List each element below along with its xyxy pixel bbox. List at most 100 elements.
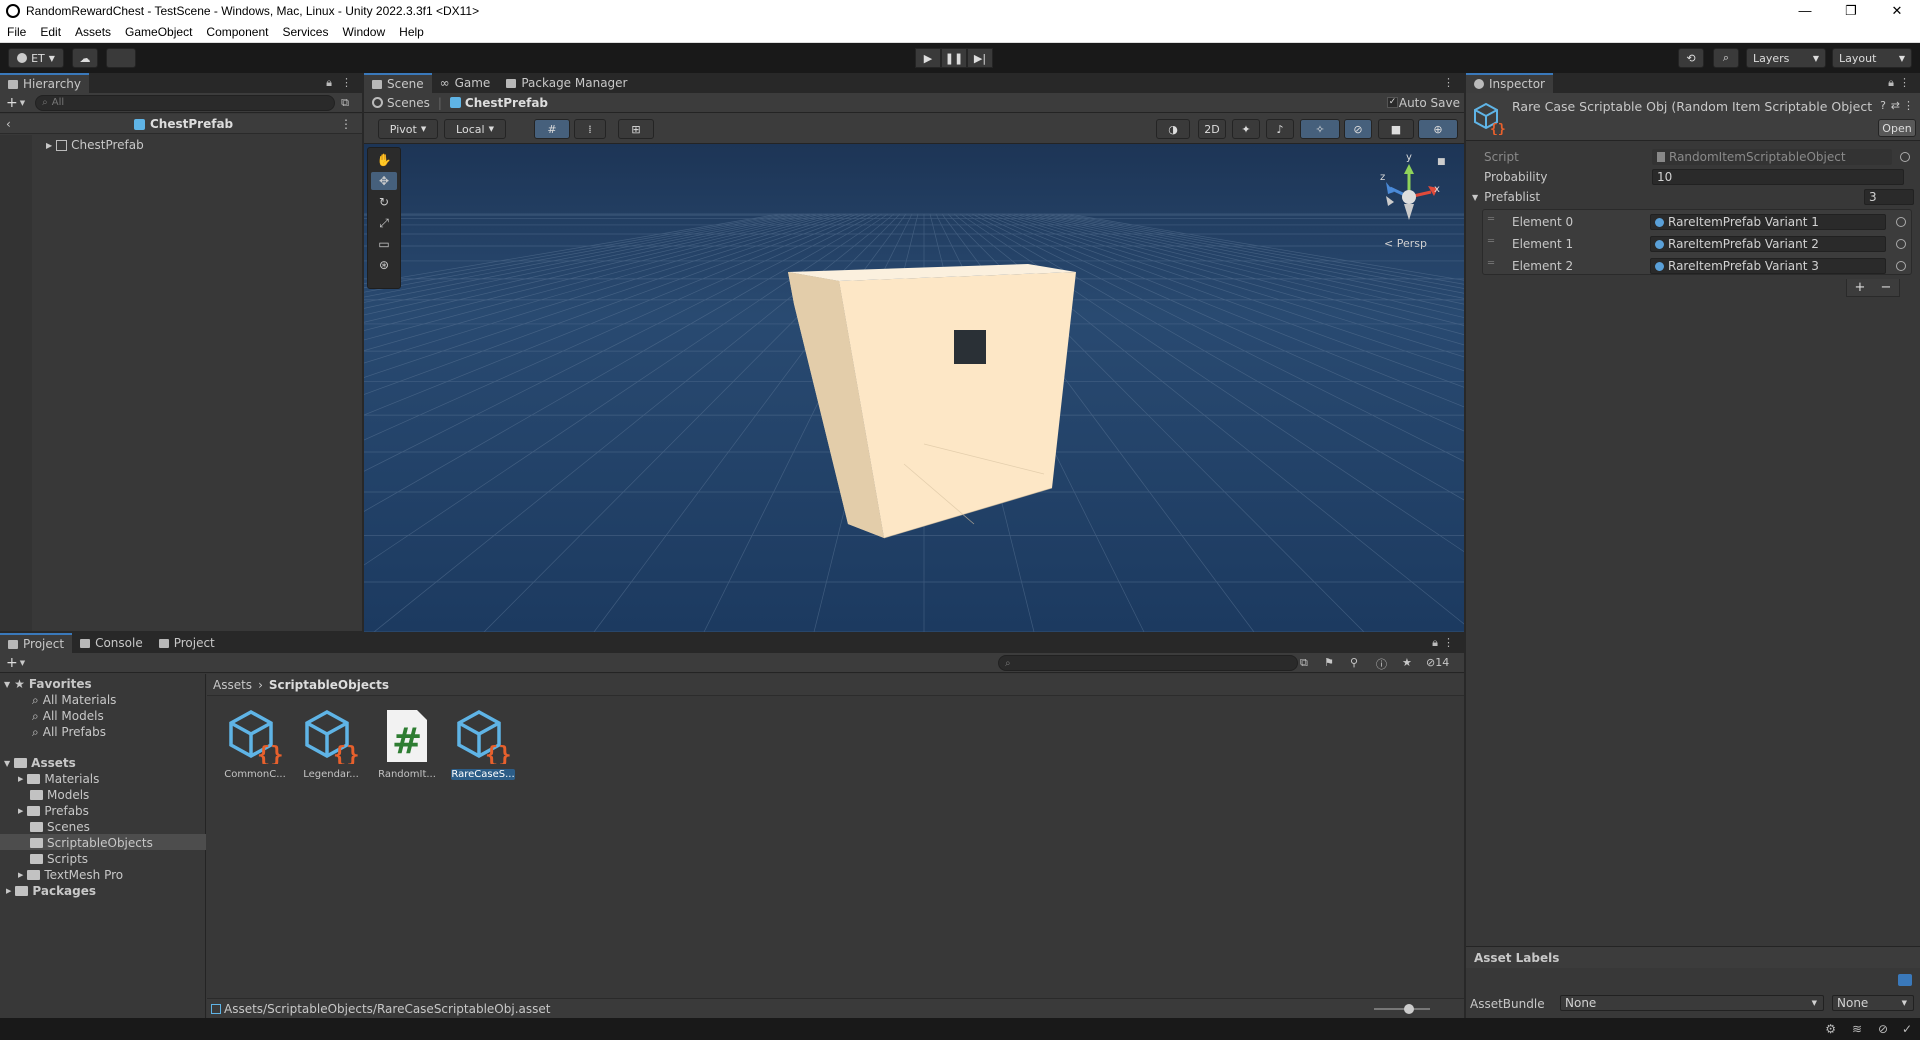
assets-folder[interactable]: ▼ Assets xyxy=(4,755,76,771)
increment-snap-button[interactable]: ⊞ xyxy=(618,119,654,139)
orientation-gizmo[interactable]: y z x xyxy=(1376,152,1446,232)
menu-component[interactable]: Component xyxy=(199,25,275,39)
tree-folder-textmeshpro[interactable]: ▶ TextMesh Pro xyxy=(18,867,123,883)
hierarchy-item[interactable]: ▶ ChestPrefab xyxy=(46,137,144,153)
element-object-field[interactable]: RareItemPrefab Variant 3 xyxy=(1650,258,1886,274)
tab-scene[interactable]: Scene xyxy=(364,73,432,93)
add-element-button[interactable]: + xyxy=(1855,280,1866,295)
kebab-menu-icon[interactable]: ⋮ xyxy=(1443,636,1454,649)
move-tool-button[interactable]: ✥ xyxy=(371,172,397,190)
tab-project-2[interactable]: Project xyxy=(151,633,223,653)
search-by-type-icon[interactable]: ⧉ xyxy=(1300,656,1308,670)
undo-history-button[interactable]: ⟲ xyxy=(1678,48,1704,68)
hidden-packages-toggle[interactable]: ⊘14 xyxy=(1426,656,1449,669)
tab-console[interactable]: Console xyxy=(72,633,151,653)
lock-icon[interactable]: 🔒︎ xyxy=(1432,636,1438,650)
account-dropdown[interactable]: ET ▼ xyxy=(8,48,64,68)
grid-size-button[interactable]: ⁞ xyxy=(574,119,606,139)
breadcrumb-scriptableobjects[interactable]: ScriptableObjects xyxy=(269,678,389,692)
play-button[interactable]: ▶ xyxy=(915,48,941,68)
tree-folder-scenes[interactable]: Scenes xyxy=(30,819,90,835)
add-button[interactable]: + xyxy=(6,95,18,111)
shading-mode-dropdown[interactable]: ◑ xyxy=(1156,119,1190,139)
favorites-header[interactable]: ▼ ★ Favorites xyxy=(4,676,92,692)
breadcrumb-prefab[interactable]: ChestPrefab xyxy=(465,96,548,110)
2d-toggle[interactable]: 2D xyxy=(1198,119,1226,139)
filter-log-icon[interactable]: ⓘ xyxy=(1376,656,1387,672)
object-picker-icon[interactable] xyxy=(1896,239,1906,249)
prefablist-foldout[interactable]: ▼ Prefablist xyxy=(1472,189,1540,205)
check-icon[interactable]: ✓ xyxy=(1902,1022,1912,1036)
local-dropdown[interactable]: Local ▼ xyxy=(444,119,506,139)
favorite-item[interactable]: ⌕ All Prefabs xyxy=(32,724,106,740)
scale-tool-button[interactable]: ⤢ xyxy=(371,214,397,232)
hidden-objects-toggle[interactable]: ⊘ xyxy=(1344,119,1372,139)
tab-inspector[interactable]: Inspector xyxy=(1466,73,1553,93)
breadcrumb-assets[interactable]: Assets xyxy=(213,678,252,692)
maximize-button[interactable]: ❐ xyxy=(1828,0,1874,22)
kebab-menu-icon[interactable]: ⋮ xyxy=(340,117,352,131)
transform-tool-button[interactable]: ⊛ xyxy=(371,256,397,274)
tree-folder-materials[interactable]: ▶ Materials xyxy=(18,771,99,787)
menu-window[interactable]: Window xyxy=(335,25,392,39)
preset-icon[interactable]: ⇄ xyxy=(1891,99,1900,112)
progress-icon[interactable]: ≋ xyxy=(1852,1022,1862,1036)
asset-item[interactable]: # RandomIt... xyxy=(375,708,439,780)
packages-folder[interactable]: ▶ Packages xyxy=(6,883,96,899)
pause-button[interactable]: ❚❚ xyxy=(941,48,967,68)
filter-type-icon[interactable]: ⚑ xyxy=(1324,656,1334,669)
tab-game[interactable]: ∞ Game xyxy=(432,73,499,93)
camera-dropdown[interactable]: ■ xyxy=(1378,119,1414,139)
breadcrumb-scenes[interactable]: Scenes xyxy=(387,96,430,110)
kebab-menu-icon[interactable]: ⋮ xyxy=(1899,76,1910,89)
help-icon[interactable]: ? xyxy=(1880,99,1886,112)
tab-package-manager[interactable]: Package Manager xyxy=(498,73,635,93)
debug-mode-icon[interactable]: ⚙ xyxy=(1825,1022,1836,1036)
search-button[interactable]: ⌕ xyxy=(1713,48,1739,68)
menu-edit[interactable]: Edit xyxy=(33,25,68,39)
scene-viewport[interactable] xyxy=(364,144,1464,632)
rotate-tool-button[interactable]: ↻ xyxy=(371,193,397,211)
auto-save-checkbox[interactable]: ✓ xyxy=(1387,97,1398,108)
remove-element-button[interactable]: − xyxy=(1881,280,1892,295)
rect-tool-button[interactable]: ▭ xyxy=(371,235,397,253)
kebab-menu-icon[interactable]: ⋮ xyxy=(1443,76,1454,89)
cloud-button[interactable]: ☁ xyxy=(72,48,98,68)
gizmos-dropdown[interactable]: ⊕ xyxy=(1418,119,1458,139)
effects-dropdown[interactable]: ✧ xyxy=(1300,119,1340,139)
script-field[interactable]: RandomItemScriptableObject xyxy=(1652,149,1892,165)
gizmo-lock-icon[interactable]: ■ xyxy=(1437,157,1446,167)
layers-dropdown[interactable]: Layers ▼ xyxy=(1746,48,1826,68)
lock-icon[interactable]: 🔒︎ xyxy=(1888,76,1894,90)
tree-folder-scripts[interactable]: Scripts xyxy=(30,851,88,867)
tab-hierarchy[interactable]: Hierarchy xyxy=(0,73,90,93)
hand-tool-button[interactable]: ✋ xyxy=(371,151,397,169)
open-button[interactable]: Open xyxy=(1878,119,1916,137)
minimize-button[interactable]: — xyxy=(1782,0,1828,22)
filter-label-icon[interactable]: ⚲ xyxy=(1350,656,1358,669)
object-picker-icon[interactable] xyxy=(1896,261,1906,271)
persp-toggle[interactable]: < Persp xyxy=(1384,237,1427,250)
cache-icon[interactable]: ⊘ xyxy=(1878,1022,1888,1036)
step-button[interactable]: ▶| xyxy=(967,48,993,68)
pivot-dropdown[interactable]: Pivot ▼ xyxy=(378,119,438,139)
drag-handle-icon[interactable]: ═ xyxy=(1488,258,1494,269)
tree-folder-models[interactable]: Models xyxy=(30,787,89,803)
project-search-input[interactable]: ⌕ xyxy=(998,655,1298,671)
lighting-toggle[interactable]: ✦ xyxy=(1232,119,1260,139)
icon-size-slider[interactable] xyxy=(1374,1004,1430,1014)
menu-assets[interactable]: Assets xyxy=(68,25,118,39)
lock-icon[interactable]: 🔒︎ xyxy=(326,76,332,90)
favorite-item[interactable]: ⌕ All Materials xyxy=(32,692,116,708)
favorite-star-icon[interactable]: ★ xyxy=(1402,656,1412,669)
favorite-item[interactable]: ⌕ All Models xyxy=(32,708,104,724)
drag-handle-icon[interactable]: ═ xyxy=(1488,236,1494,247)
scene-search-icon[interactable]: ⧉ xyxy=(341,96,349,110)
hierarchy-search-input[interactable]: ⌕ All xyxy=(35,94,336,111)
object-picker-icon[interactable] xyxy=(1896,217,1906,227)
asset-item[interactable]: {} CommonC... xyxy=(223,708,287,780)
slider-thumb[interactable] xyxy=(1404,1004,1414,1014)
collab-button[interactable] xyxy=(106,48,136,68)
create-button[interactable]: + xyxy=(6,655,18,671)
tab-project[interactable]: Project xyxy=(0,633,73,653)
